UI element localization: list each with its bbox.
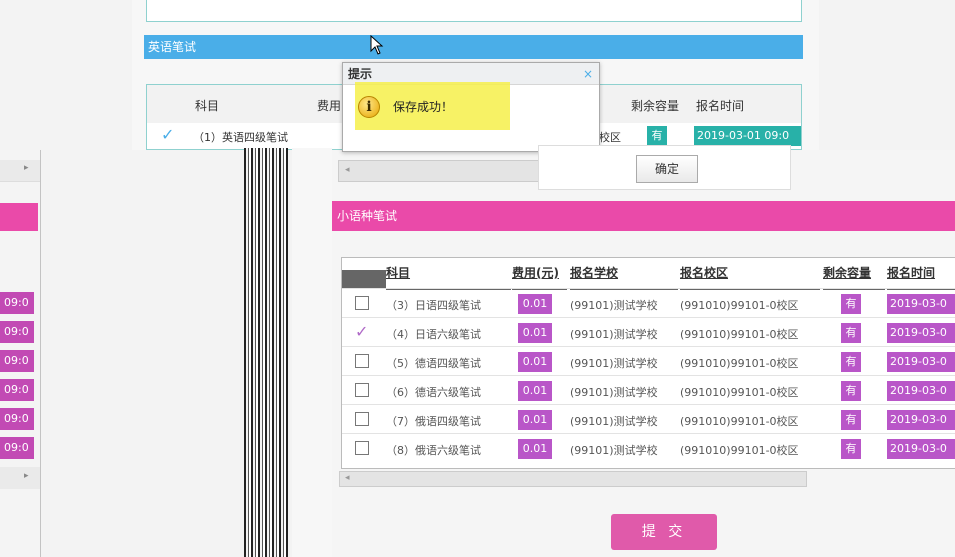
col-fee: 费用(元) <box>512 258 567 290</box>
col-fee: 费用 <box>317 99 342 113</box>
fee-badge: 0.01 <box>518 439 552 459</box>
capacity-badge: 有 <box>841 352 861 372</box>
fee-badge: 0.01 <box>518 323 552 343</box>
col-time: 报名时间 <box>887 258 955 290</box>
row-school: (99101)测试学校 <box>570 357 658 370</box>
table-row[interactable]: （8）俄语六级笔试 0.01 (99101)测试学校 (991010)99101… <box>342 433 955 463</box>
row-campus: 校区 <box>599 131 621 144</box>
row-checkbox[interactable] <box>355 383 369 397</box>
select-all-column <box>342 270 386 288</box>
row-name: （1）英语四级笔试 <box>193 131 288 144</box>
mouse-cursor-icon <box>370 35 384 55</box>
col-remaining: 剩余容量 <box>631 99 680 113</box>
row-checkbox[interactable] <box>355 296 369 310</box>
scroll-left-icon[interactable]: ◂ <box>345 473 350 483</box>
fee-badge: 0.01 <box>518 410 552 430</box>
row-name: （7）俄语四级笔试 <box>386 415 481 428</box>
capacity-badge: 有 <box>841 439 861 459</box>
capacity-badge: 有 <box>841 381 861 401</box>
capacity-badge: 有 <box>841 410 861 430</box>
col-time: 报名时间 <box>696 99 745 113</box>
time-badge: 2019-03-01 09:0 <box>694 126 801 146</box>
row-school: (99101)测试学校 <box>570 328 658 341</box>
row-campus: (991010)99101-0校区 <box>680 444 799 457</box>
render-glitch-bars <box>244 148 288 557</box>
scroll-left-icon[interactable]: ◂ <box>345 165 350 175</box>
table-row[interactable]: ✓ （4）日语六级笔试 0.01 (99101)测试学校 (991010)991… <box>342 317 955 347</box>
row-school: (99101)测试学校 <box>570 444 658 457</box>
submit-button[interactable]: 提 交 <box>611 514 717 550</box>
row-name: （4）日语六级笔试 <box>386 328 481 341</box>
col-school: 报名学校 <box>570 258 678 290</box>
info-icon: i <box>358 96 380 118</box>
fee-badge: 0.01 <box>518 294 552 314</box>
dialog-message: 保存成功！ <box>393 100 454 114</box>
left-time-badge: 09:0 <box>0 321 34 343</box>
table-row[interactable]: （6）德语六级笔试 0.01 (99101)测试学校 (991010)99101… <box>342 375 955 405</box>
row-name: （8）俄语六级笔试 <box>386 444 481 457</box>
left-time-badge: 09:0 <box>0 379 34 401</box>
col-subject: 科目 <box>386 258 511 290</box>
confirm-button[interactable]: 确定 <box>636 155 698 183</box>
row-campus: (991010)99101-0校区 <box>680 415 799 428</box>
fee-badge: 0.01 <box>518 381 552 401</box>
blank-area <box>292 148 332 557</box>
row-campus: (991010)99101-0校区 <box>680 386 799 399</box>
top-content-box <box>146 0 802 22</box>
left-time-badge: 09:0 <box>0 292 34 314</box>
left-scrollbar-top[interactable]: ▸ <box>0 160 40 182</box>
row-name: （6）德语六级笔试 <box>386 386 481 399</box>
horizontal-scrollbar-bottom[interactable]: ◂ <box>339 471 807 487</box>
checkmark-icon[interactable]: ✓ <box>161 125 174 144</box>
left-section-header <box>0 203 38 231</box>
scroll-right-icon[interactable]: ▸ <box>24 471 29 481</box>
table-row[interactable]: （5）德语四级笔试 0.01 (99101)测试学校 (991010)99101… <box>342 346 955 376</box>
col-remaining: 剩余容量 <box>823 258 885 290</box>
time-badge: 2019-03-0 <box>887 410 955 430</box>
minor-language-table: 科目 费用(元) 报名学校 报名校区 剩余容量 报名时间 （3）日语四级笔试 0… <box>341 257 955 469</box>
time-badge: 2019-03-0 <box>887 294 955 314</box>
row-checkbox[interactable] <box>355 354 369 368</box>
row-school: (99101)测试学校 <box>570 415 658 428</box>
row-checkbox-checked[interactable]: ✓ <box>355 324 369 340</box>
col-subject: 科目 <box>195 99 220 113</box>
left-time-badge: 09:0 <box>0 437 34 459</box>
row-campus: (991010)99101-0校区 <box>680 357 799 370</box>
capacity-badge: 有 <box>647 126 667 146</box>
row-checkbox[interactable] <box>355 412 369 426</box>
blank-area <box>42 150 242 557</box>
left-scrollbar-bottom[interactable]: ▸ <box>0 467 40 489</box>
time-badge: 2019-03-0 <box>887 323 955 343</box>
table-row[interactable]: （3）日语四级笔试 0.01 (99101)测试学校 (991010)99101… <box>342 288 955 318</box>
divider <box>40 150 41 557</box>
left-time-badge: 09:0 <box>0 350 34 372</box>
capacity-badge: 有 <box>841 323 861 343</box>
capacity-badge: 有 <box>841 294 861 314</box>
row-name: （3）日语四级笔试 <box>386 299 481 312</box>
minor-language-section-header: 小语种笔试 <box>332 201 955 231</box>
row-campus: (991010)99101-0校区 <box>680 328 799 341</box>
time-badge: 2019-03-0 <box>887 352 955 372</box>
left-time-badge: 09:0 <box>0 408 34 430</box>
time-badge: 2019-03-0 <box>887 381 955 401</box>
row-checkbox[interactable] <box>355 441 369 455</box>
row-school: (99101)测试学校 <box>570 299 658 312</box>
close-icon[interactable]: × <box>583 66 593 82</box>
row-name: （5）德语四级笔试 <box>386 357 481 370</box>
table-row[interactable]: （7）俄语四级笔试 0.01 (99101)测试学校 (991010)99101… <box>342 404 955 434</box>
row-school: (99101)测试学校 <box>570 386 658 399</box>
fee-badge: 0.01 <box>518 352 552 372</box>
english-section-header: 英语笔试 <box>144 35 803 59</box>
scroll-right-icon[interactable]: ▸ <box>24 163 29 173</box>
row-campus: (991010)99101-0校区 <box>680 299 799 312</box>
time-badge: 2019-03-0 <box>887 439 955 459</box>
col-campus: 报名校区 <box>680 258 820 290</box>
